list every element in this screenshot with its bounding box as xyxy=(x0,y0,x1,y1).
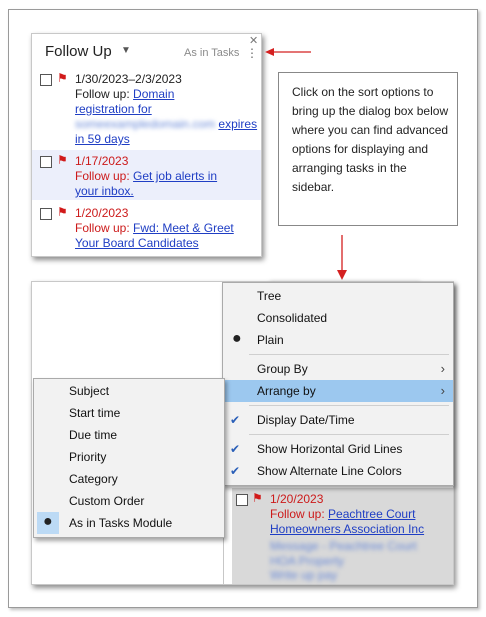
checkmark-icon: ✔ xyxy=(230,464,241,478)
menu-item-label: Category xyxy=(69,472,118,486)
task-date: 1/20/2023 xyxy=(270,492,324,506)
task-item[interactable]: ⚑ 1/20/2023 Follow up: Fwd: Meet & Greet… xyxy=(32,204,261,254)
task-link[interactable]: Fwd: Meet & Greet xyxy=(133,221,234,235)
submenu-item-due-time[interactable]: Due time xyxy=(34,424,224,446)
sort-options-menu: Tree Consolidated ● Plain Group By › Arran… xyxy=(222,282,454,486)
flag-icon[interactable]: ⚑ xyxy=(57,153,68,167)
task-prefix: Follow up: xyxy=(270,507,325,521)
task-date: 1/30/2023–2/3/2023 xyxy=(75,72,182,86)
task-date: 1/17/2023 xyxy=(75,154,129,168)
flag-icon[interactable]: ⚑ xyxy=(252,491,263,505)
checkmark-icon: ✔ xyxy=(230,413,241,427)
task-prefix: Follow up: xyxy=(75,169,130,183)
more-options-icon[interactable]: ⋮ xyxy=(246,47,258,59)
red-arrow-left xyxy=(265,48,311,56)
task-item[interactable]: ⚑ 1/17/2023 Follow up: Get job alerts in… xyxy=(32,150,261,200)
menu-item-label: Plain xyxy=(257,333,284,347)
callout-text: Click on the sort options to bring up th… xyxy=(292,85,449,194)
red-arrow-down xyxy=(337,235,347,280)
checkmark-icon: ✔ xyxy=(230,442,241,456)
menu-item-label: Arrange by xyxy=(257,384,316,398)
menu-item-label: Subject xyxy=(69,384,110,398)
task-subject: someexampledomain.com expires xyxy=(75,117,257,132)
menu-item-group-by[interactable]: Group By › xyxy=(223,358,453,380)
task-subject: Follow up: Peachtree Court xyxy=(270,507,415,522)
task-link[interactable]: Peachtree Court xyxy=(328,507,415,521)
task-link[interactable]: Your Board Candidates xyxy=(75,236,199,251)
task-checkbox[interactable] xyxy=(236,494,248,506)
task-subject: Follow up: Domain xyxy=(75,87,174,102)
menu-separator xyxy=(249,354,449,355)
menu-item-tree[interactable]: Tree xyxy=(223,285,453,307)
task-link[interactable]: Domain xyxy=(133,87,174,101)
menu-item-plain[interactable]: ● Plain xyxy=(223,329,453,351)
task-checkbox[interactable] xyxy=(40,208,52,220)
redacted-text: someexampledomain.com xyxy=(75,117,216,131)
submenu-item-category[interactable]: Category xyxy=(34,468,224,490)
task-link[interactable]: registration for xyxy=(75,102,152,117)
radio-dot-icon: ● xyxy=(43,513,53,530)
redacted-text: HOA Property xyxy=(270,554,345,568)
menu-item-label: As in Tasks Module xyxy=(69,516,173,530)
task-item[interactable]: ⚑ 1/30/2023–2/3/2023 Follow up: Domain r… xyxy=(32,70,261,148)
menu-separator xyxy=(249,405,449,406)
task-link[interactable]: Homeowners Association Inc xyxy=(270,522,424,537)
radio-dot-icon: ● xyxy=(232,330,242,347)
task-link[interactable]: Get job alerts in xyxy=(133,169,217,183)
follow-up-panel: ✕ Follow Up ▼ As in Tasks ⋮ ⚑ 1/30/2023–… xyxy=(31,33,262,257)
menu-item-label: Priority xyxy=(69,450,107,464)
callout-box: Click on the sort options to bring up th… xyxy=(278,72,458,226)
menu-item-grid-lines[interactable]: ✔ Show Horizontal Grid Lines xyxy=(223,438,453,460)
menu-item-display-date-time[interactable]: ✔ Display Date/Time xyxy=(223,409,453,431)
task-link[interactable]: expires xyxy=(218,117,257,131)
submenu-item-as-in-tasks-module[interactable]: ● As in Tasks Module xyxy=(34,512,224,534)
task-prefix: Follow up: xyxy=(75,87,130,101)
redacted-text: Message - Peachtree Court xyxy=(270,539,417,553)
menu-item-label: Due time xyxy=(69,428,118,442)
menu-item-label: Group By xyxy=(257,362,308,376)
submenu-item-subject[interactable]: Subject xyxy=(34,380,224,402)
menu-item-label: Start time xyxy=(69,406,121,420)
follow-up-title[interactable]: Follow Up xyxy=(45,43,112,60)
sort-options-label[interactable]: As in Tasks xyxy=(184,47,239,59)
menu-item-label: Tree xyxy=(257,289,282,303)
menu-item-alternate-colors[interactable]: ✔ Show Alternate Line Colors xyxy=(223,460,453,482)
submenu-item-custom-order[interactable]: Custom Order xyxy=(34,490,224,512)
redacted-text: Write up pay xyxy=(270,568,338,582)
task-link[interactable]: your inbox. xyxy=(75,184,134,199)
menu-item-label: Custom Order xyxy=(69,494,145,508)
arrange-by-submenu: Subject Start time Due time Priority Cat… xyxy=(33,378,225,538)
chevron-right-icon: › xyxy=(440,383,445,398)
chevron-down-icon[interactable]: ▼ xyxy=(121,45,131,56)
menu-item-arrange-by[interactable]: Arrange by › xyxy=(223,380,453,402)
task-subject: Follow up: Get job alerts in xyxy=(75,169,217,184)
task-link[interactable]: in 59 days xyxy=(75,132,130,147)
menu-item-label: Display Date/Time xyxy=(257,413,355,427)
menu-item-label: Show Alternate Line Colors xyxy=(257,464,402,478)
task-prefix: Follow up: xyxy=(75,221,130,235)
task-item[interactable]: ⚑ 1/20/2023 Follow up: Peachtree Court H… xyxy=(232,488,453,584)
task-checkbox[interactable] xyxy=(40,74,52,86)
submenu-item-start-time[interactable]: Start time xyxy=(34,402,224,424)
menu-item-label: Show Horizontal Grid Lines xyxy=(257,442,403,456)
chevron-right-icon: › xyxy=(440,361,445,376)
submenu-item-priority[interactable]: Priority xyxy=(34,446,224,468)
flag-icon[interactable]: ⚑ xyxy=(57,71,68,85)
flag-icon[interactable]: ⚑ xyxy=(57,205,68,219)
task-checkbox[interactable] xyxy=(40,156,52,168)
menu-separator xyxy=(249,434,449,435)
task-date: 1/20/2023 xyxy=(75,206,129,220)
task-subject: Follow up: Fwd: Meet & Greet xyxy=(75,221,234,236)
menu-item-label: Consolidated xyxy=(257,311,328,325)
menu-item-consolidated[interactable]: Consolidated xyxy=(223,307,453,329)
